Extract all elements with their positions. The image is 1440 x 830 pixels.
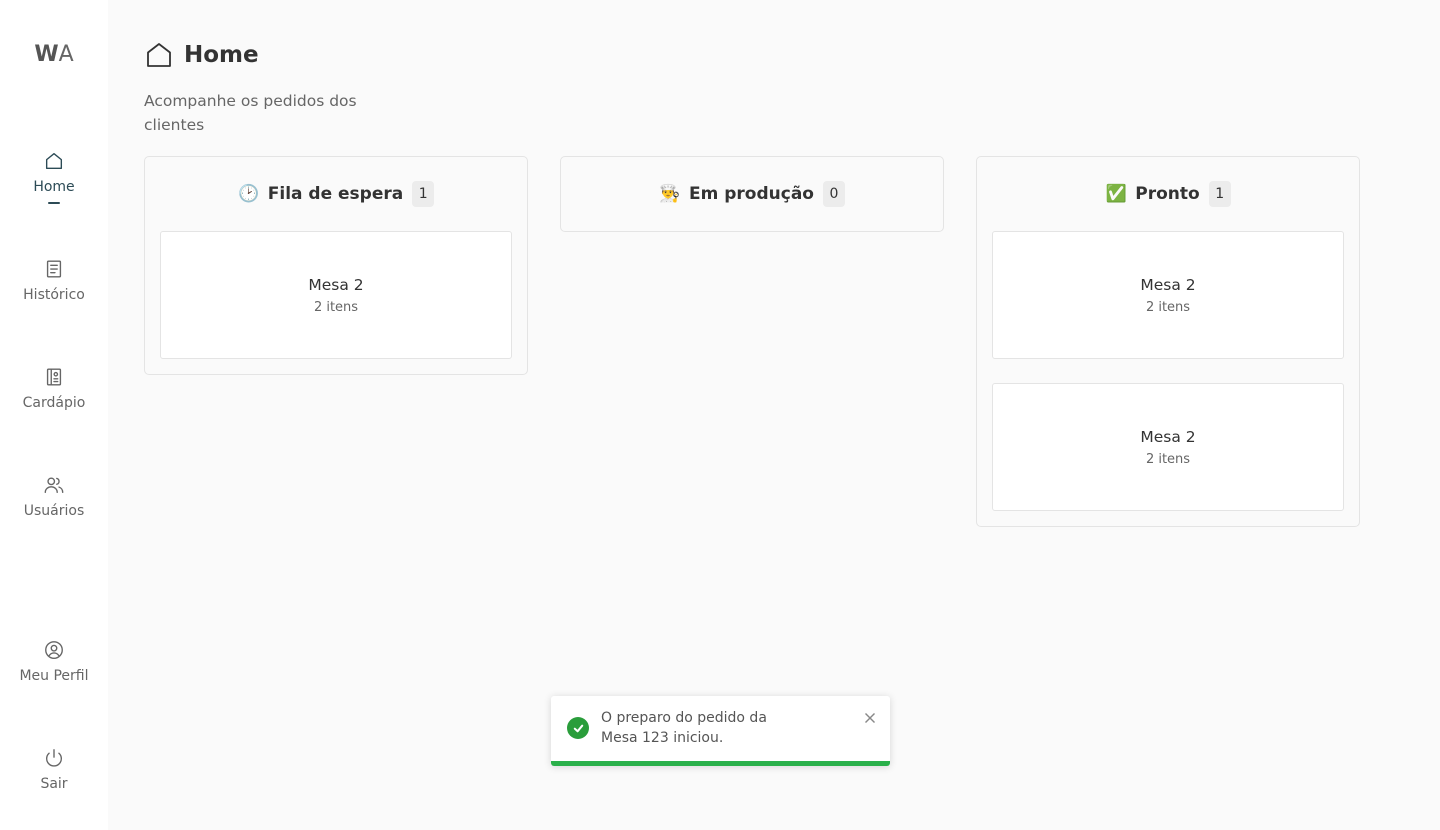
column-em-producao: 👨‍🍳 Em produção 0 <box>560 156 944 232</box>
sidebar-item-sair[interactable]: Sair <box>0 747 108 792</box>
users-icon <box>44 477 64 494</box>
order-card[interactable]: Mesa 2 2 itens <box>992 383 1344 511</box>
home-icon <box>45 152 63 170</box>
column-title: Pronto <box>1135 184 1200 204</box>
user-circle-icon <box>45 641 63 659</box>
column-fila-de-espera: 🕑 Fila de espera 1 Mesa 2 2 itens <box>144 156 528 375</box>
sidebar-item-label: Cardápio <box>22 395 86 411</box>
order-card[interactable]: Mesa 2 2 itens <box>992 231 1344 359</box>
active-indicator <box>48 202 60 204</box>
home-icon <box>147 43 171 67</box>
order-table: Mesa 2 <box>1140 275 1196 294</box>
order-table: Mesa 2 <box>308 275 364 294</box>
column-title: Em produção <box>689 184 814 204</box>
toast-progress-bar <box>551 761 890 766</box>
toast-message: O preparo do pedido da Mesa 123 iniciou. <box>601 710 767 746</box>
page-header: Home <box>144 40 259 70</box>
sidebar-item-cardapio[interactable]: Cardápio <box>0 366 108 411</box>
receipt-icon <box>46 260 62 278</box>
sidebar: WA Home Histórico Cardápio Usuários Meu … <box>0 0 108 830</box>
order-items-count: 2 itens <box>1145 451 1191 467</box>
page-title: Home <box>184 42 259 68</box>
sidebar-item-usuarios[interactable]: Usuários <box>0 474 108 519</box>
sidebar-item-label: Meu Perfil <box>19 668 89 684</box>
column-header: 🕑 Fila de espera 1 <box>160 157 512 231</box>
order-card[interactable]: Mesa 2 2 itens <box>160 231 512 359</box>
chef-icon: 👨‍🍳 <box>659 183 681 204</box>
order-table: Mesa 2 <box>1140 427 1196 446</box>
column-count-badge: 1 <box>412 181 435 207</box>
column-count-badge: 0 <box>822 181 845 207</box>
sidebar-item-historico[interactable]: Histórico <box>0 258 108 303</box>
column-title: Fila de espera <box>267 184 404 204</box>
logo-letter-w: W <box>34 42 59 67</box>
logo-letter-a: A <box>58 42 74 67</box>
sidebar-item-label: Sair <box>40 776 68 792</box>
close-icon[interactable] <box>864 709 876 723</box>
column-pronto: ✅ Pronto 1 Mesa 2 2 itens Mesa 2 2 itens <box>976 156 1360 527</box>
column-header: ✅ Pronto 1 <box>992 157 1344 231</box>
sidebar-item-meu-perfil[interactable]: Meu Perfil <box>0 639 108 684</box>
sidebar-item-label: Home <box>33 179 75 195</box>
clock-icon: 🕑 <box>238 183 260 204</box>
page-subtitle: Acompanhe os pedidos dos clientes <box>144 92 357 134</box>
column-count-badge: 1 <box>1208 181 1231 207</box>
menu-book-icon <box>46 368 62 386</box>
check-circle-icon <box>567 717 589 739</box>
sidebar-item-label: Histórico <box>23 287 85 303</box>
order-items-count: 2 itens <box>1145 299 1191 315</box>
power-icon <box>45 749 63 767</box>
sidebar-item-home[interactable]: Home <box>0 150 108 204</box>
check-mark-icon: ✅ <box>1105 183 1127 204</box>
sidebar-item-label: Usuários <box>23 503 85 519</box>
app-logo[interactable]: WA <box>0 42 108 67</box>
column-header: 👨‍🍳 Em produção 0 <box>576 157 928 231</box>
order-items-count: 2 itens <box>313 299 359 315</box>
toast-notification: O preparo do pedido da Mesa 123 iniciou. <box>551 696 890 766</box>
